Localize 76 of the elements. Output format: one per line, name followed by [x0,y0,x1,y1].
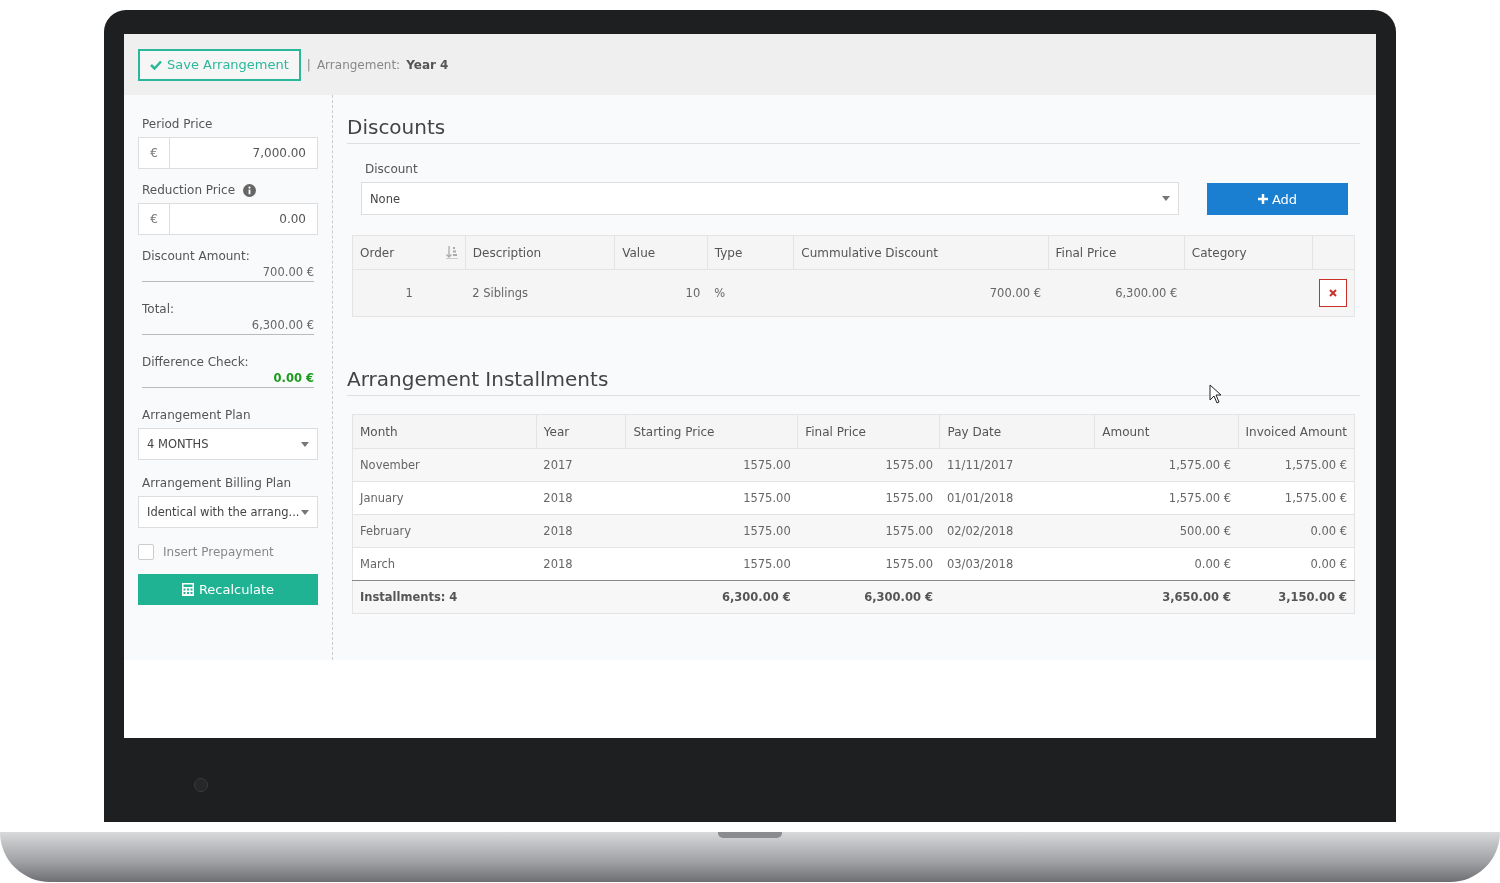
column-header: Final Price [1048,235,1185,270]
column-header: Final Price [797,414,940,449]
caret-icon [301,509,309,515]
delete-button[interactable] [1319,279,1347,307]
table-cell: 1575.00 [797,514,940,548]
column-header: Description [465,235,615,270]
column-header: Type [707,235,794,270]
table-cell: 500.00 € [1094,514,1238,548]
mouse-pointer-icon [1209,384,1223,404]
table-cell: 2 Siblings [465,269,615,317]
summary-value: 6,300.00 € [142,316,314,335]
plus-icon [1257,194,1268,204]
summary-value: 700.00 € [142,263,314,282]
checkbox-label: Insert Prepayment [163,545,274,559]
table-cell: 10 [614,269,708,317]
table-cell: 0.00 € [1238,514,1355,548]
field-label: Arrangement Billing Plan [142,476,293,490]
checkmark-icon [150,59,162,70]
plan-dropdown[interactable]: 4 MONTHS [138,428,318,460]
column-header: Starting Price [626,414,798,449]
table-cell: 1,575.00 € [1094,448,1238,482]
total-cell: 3,150.00 € [1238,580,1355,614]
add-button[interactable]: Add [1207,183,1348,215]
checkbox[interactable] [138,544,154,560]
info-icon [243,183,257,197]
table-cell: 2017 [536,448,626,482]
field-label: Reduction Price [142,183,236,197]
billing-plan-dropdown[interactable]: Identical with the arrang... [138,496,318,528]
sort-icon [445,245,458,259]
total-cell: 3,650.00 € [1094,580,1238,614]
summary-label: Discount Amount: [142,249,251,263]
caret-icon [301,441,309,447]
field-label: Arrangement Plan [142,408,252,422]
webcam-icon [194,778,208,792]
separator-text: | [306,57,311,72]
caret-icon [1162,196,1170,201]
close-icon [1329,289,1337,297]
column-header: Cummulative Discount [793,235,1048,270]
total-cell: 6,300.00 € [797,580,940,614]
summary-label: Total: [142,302,176,316]
section-title: Discounts [347,115,1360,144]
total-cell: 6,300.00 € [626,580,798,614]
table-cell: 1,575.00 € [1238,448,1355,482]
table-cell: 11/11/2017 [939,448,1095,482]
column-header: Invoiced Amount [1238,414,1355,449]
field-label: Discount [365,162,419,176]
table-cell: 02/02/2018 [939,514,1095,548]
table-cell: 700.00 € [793,269,1048,317]
laptop-notch [718,832,782,838]
summary-value: 0.00 € [142,369,314,388]
calculator-icon [181,583,194,596]
summary-label: Difference Check: [142,355,250,369]
price-field[interactable]: € 7,000.00 [138,137,318,169]
column-header: Year [536,414,626,449]
table-cell: November [352,448,537,482]
arrangement-label: Arrangement: [316,57,401,72]
column-header[interactable]: Order [352,235,466,270]
arrangement-name: Year 4 [406,57,449,72]
column-header: Value [614,235,708,270]
table-cell: 2018 [536,514,626,548]
total-cell: Installments: 4 [352,580,537,614]
table-cell: 6,300.00 € [1048,269,1185,317]
column-header: Month [352,414,537,449]
field-label: Period Price [142,117,214,131]
table-cell: 1575.00 [797,448,940,482]
table-cell: 1575.00 [626,514,798,548]
table-cell: 1 [352,269,466,317]
table-cell: February [352,514,537,548]
discount-dropdown[interactable]: None [361,182,1179,215]
price-field[interactable]: € 0.00 [138,203,318,235]
section-title: Arrangement Installments [347,367,1360,396]
column-header: Amount [1094,414,1238,449]
table-cell: % [707,269,794,317]
column-header: Category [1184,235,1312,270]
column-header: Pay Date [939,414,1095,449]
table-cell: 1575.00 [626,448,798,482]
